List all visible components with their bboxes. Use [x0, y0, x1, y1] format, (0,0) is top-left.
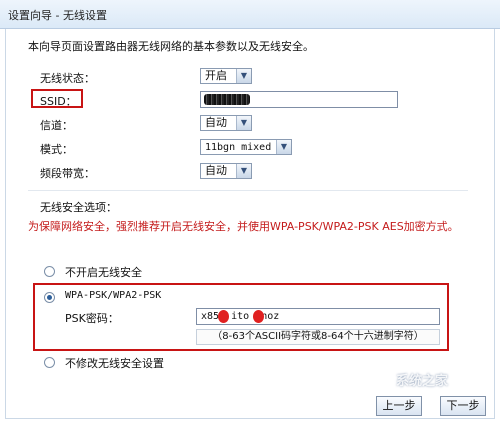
- mode-select[interactable]: 11bgn mixed ▼: [200, 139, 292, 155]
- section-divider: [28, 190, 468, 191]
- mode-value: 11bgn mixed: [205, 142, 272, 153]
- psk-password-input[interactable]: x85j ito dnoz: [196, 308, 440, 325]
- chevron-down-icon: ▼: [236, 69, 251, 83]
- psk-password-label: PSK密码：: [65, 312, 119, 325]
- radio-wpa-psk[interactable]: [44, 292, 55, 303]
- psk-hint: （8-63个ASCII码字符或8-64个十六进制字符）: [196, 329, 440, 345]
- security-section-label: 无线安全选项：: [40, 201, 117, 214]
- ssid-input[interactable]: [200, 91, 398, 108]
- bandwidth-value: 自动: [205, 164, 227, 177]
- radio-keep-security-label: 不修改无线安全设置: [65, 357, 164, 370]
- bandwidth-select[interactable]: 自动 ▼: [200, 163, 252, 179]
- chevron-down-icon: ▼: [236, 164, 251, 178]
- psk-password-value: x85j ito dnoz: [201, 311, 280, 322]
- chevron-down-icon: ▼: [236, 116, 251, 130]
- radio-keep-security[interactable]: [44, 357, 55, 368]
- radio-disable-security-label: 不开启无线安全: [65, 266, 142, 279]
- prev-button[interactable]: 上一步: [376, 396, 422, 416]
- bandwidth-label: 频段带宽：: [40, 167, 95, 180]
- wireless-status-select[interactable]: 开启 ▼: [200, 68, 252, 84]
- watermark: 系统之家: [396, 374, 449, 389]
- redaction-dot: [218, 310, 229, 323]
- channel-label: 信道：: [40, 119, 73, 132]
- chevron-down-icon: ▼: [276, 140, 291, 154]
- channel-value: 自动: [205, 116, 227, 129]
- ssid-label: SSID：: [40, 95, 77, 108]
- security-warning: 为保障网络安全，强烈推荐开启无线安全，并使用WPA-PSK/WPA2-PSK A…: [28, 220, 459, 233]
- redaction-scribble: [204, 94, 250, 105]
- window-title: 设置向导 - 无线设置: [8, 9, 107, 22]
- wireless-status-label: 无线状态：: [40, 72, 95, 85]
- next-button[interactable]: 下一步: [440, 396, 486, 416]
- wireless-status-value: 开启: [205, 69, 227, 82]
- radio-disable-security[interactable]: [44, 266, 55, 277]
- channel-select[interactable]: 自动 ▼: [200, 115, 252, 131]
- intro-text: 本向导页面设置路由器无线网络的基本参数以及无线安全。: [28, 40, 314, 53]
- redaction-dot: [253, 310, 264, 323]
- mode-label: 模式：: [40, 143, 73, 156]
- title-bar: 设置向导 - 无线设置: [0, 0, 500, 29]
- radio-wpa-psk-label: WPA-PSK/WPA2-PSK: [65, 290, 162, 301]
